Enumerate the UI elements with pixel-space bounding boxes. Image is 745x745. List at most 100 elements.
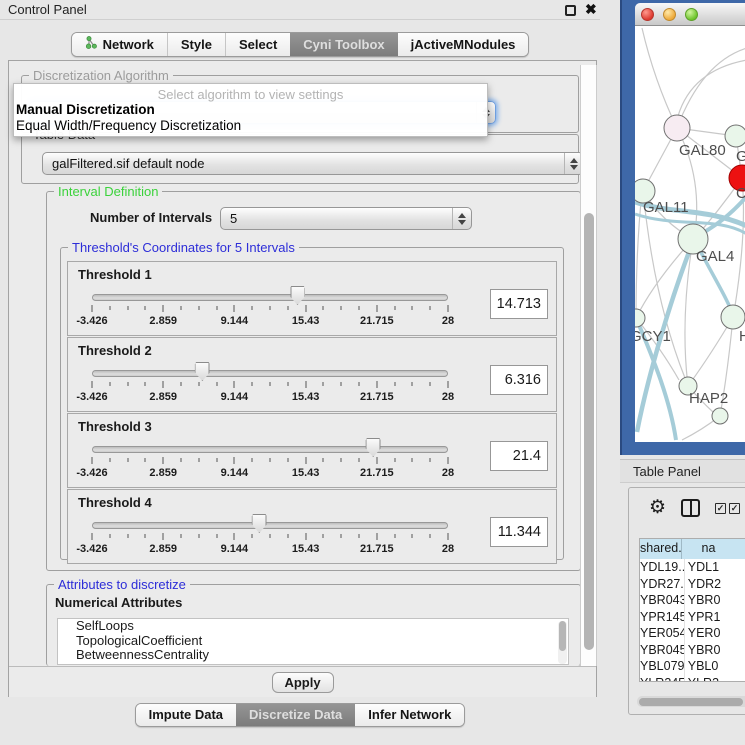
- threshold-label: Threshold 1: [78, 267, 152, 282]
- table-row[interactable]: YPR145WYPR1: [640, 609, 745, 626]
- network-edge[interactable]: [678, 60, 745, 116]
- network-node-top-right[interactable]: [725, 125, 745, 147]
- gear-icon[interactable]: ⚙: [649, 496, 666, 519]
- algorithm-option-equal-width[interactable]: Equal Width/Frequency Discretization: [14, 118, 487, 134]
- table-row[interactable]: YDL19...YDL1: [640, 559, 745, 576]
- table-cell[interactable]: YDR2: [685, 576, 745, 593]
- table-cell[interactable]: YDL19...: [640, 559, 685, 576]
- column-header[interactable]: shared...: [640, 539, 682, 559]
- table-cell[interactable]: YBL0: [685, 658, 745, 675]
- table-cell[interactable]: YLR3: [685, 675, 745, 683]
- apply-button[interactable]: Apply: [272, 672, 334, 693]
- table-cell[interactable]: YBL079W: [640, 658, 685, 675]
- close-traffic-light-icon[interactable]: [641, 8, 654, 21]
- tab-select[interactable]: Select: [225, 33, 290, 56]
- table-row[interactable]: YBR043CYBR0: [640, 592, 745, 609]
- tab-label: Infer Network: [368, 707, 451, 722]
- table-cell[interactable]: YBR043C: [640, 592, 685, 609]
- table-row[interactable]: YDR27...YDR2: [640, 576, 745, 593]
- tab-label: Select: [239, 37, 277, 52]
- thresholds-group: Threshold's Coordinates for 5 Intervals …: [60, 247, 564, 560]
- network-edge[interactable]: [636, 191, 642, 318]
- table-cell[interactable]: YER0: [685, 625, 745, 642]
- network-node-gal80[interactable]: [664, 115, 690, 141]
- tab-label: Impute Data: [149, 707, 223, 722]
- panel-footer: Apply: [9, 666, 596, 697]
- network-node-right-mid[interactable]: [721, 305, 745, 329]
- threshold-slider-thumb[interactable]: [366, 438, 381, 457]
- axis-tick-label: 21.715: [360, 391, 394, 403]
- tab-jactivemnodules[interactable]: jActiveMNodules: [398, 33, 529, 56]
- table-cell[interactable]: YER054C: [640, 625, 685, 642]
- network-node-gcy1[interactable]: [635, 309, 645, 327]
- tab-infer-network[interactable]: Infer Network: [355, 704, 464, 726]
- axis-tick-label: 2.859: [149, 467, 177, 479]
- threshold-slider-thumb[interactable]: [195, 362, 210, 381]
- network-edge[interactable]: [677, 48, 745, 128]
- table-cell[interactable]: YBR045C: [640, 642, 685, 659]
- column-layout-icon[interactable]: [681, 499, 700, 517]
- network-canvas[interactable]: GAL80GACGAL11GAL4GCY1HHAP2: [635, 26, 745, 442]
- table-row[interactable]: YLR345WYLR3: [640, 675, 745, 683]
- table-cell[interactable]: YBR0: [685, 592, 745, 609]
- table-panel-title: Table Panel: [633, 464, 701, 479]
- scrollbar-thumb[interactable]: [639, 698, 743, 706]
- table-data-value: galFiltered.sif default node: [52, 156, 204, 171]
- table-cell[interactable]: YPR145W: [640, 609, 685, 626]
- table-row[interactable]: YBL079WYBL0: [640, 658, 745, 675]
- attribute-item[interactable]: SelfLoops: [58, 619, 568, 634]
- table-horizontal-scrollbar[interactable]: [637, 696, 745, 707]
- threshold-value-field[interactable]: 21.4: [490, 441, 548, 471]
- table-data-combobox[interactable]: galFiltered.sif default node: [42, 152, 584, 175]
- column-header[interactable]: na: [682, 539, 745, 559]
- attribute-item[interactable]: TopologicalCoefficient: [58, 634, 568, 649]
- table-panel-toolbar: ⚙ ✓ ✓: [629, 488, 745, 532]
- threshold-value-field[interactable]: 6.316: [490, 365, 548, 395]
- panel-vertical-scrollbar[interactable]: [580, 65, 597, 666]
- threshold-value-field[interactable]: 14.713: [490, 289, 548, 319]
- float-window-icon[interactable]: [565, 5, 576, 16]
- threshold-slider-track[interactable]: [92, 370, 448, 377]
- numerical-attributes-list[interactable]: SelfLoopsTopologicalCoefficientBetweenne…: [57, 618, 569, 665]
- threshold-slider-track[interactable]: [92, 522, 448, 529]
- network-node-bottom-node[interactable]: [712, 408, 728, 424]
- algorithm-option-manual[interactable]: Manual Discretization: [14, 102, 487, 118]
- tab-cyni-toolbox[interactable]: Cyni Toolbox: [290, 33, 397, 56]
- table-cell[interactable]: YLR345W: [640, 675, 685, 683]
- network-icon: [85, 36, 98, 52]
- table-row[interactable]: YBR045CYBR0: [640, 642, 745, 659]
- tab-network[interactable]: Network: [72, 33, 167, 56]
- network-window-titlebar[interactable]: [635, 3, 745, 26]
- table-row[interactable]: YER054CYER0: [640, 625, 745, 642]
- attribute-item[interactable]: BetweennessCentrality: [58, 648, 568, 663]
- threshold-slider-thumb[interactable]: [252, 514, 267, 533]
- attribute-list-scrollbar[interactable]: [558, 621, 567, 664]
- threshold-slider-track[interactable]: [92, 294, 448, 301]
- slider-tick-labels: -3.4262.8599.14415.4321.71528: [92, 391, 448, 404]
- tab-style[interactable]: Style: [167, 33, 225, 56]
- threshold-slider-track[interactable]: [92, 446, 448, 453]
- number-of-intervals-combobox[interactable]: 5: [220, 207, 472, 230]
- checkbox-checked-icon[interactable]: ✓: [729, 503, 740, 514]
- table-cell[interactable]: YPR1: [685, 609, 745, 626]
- table-panel: ⚙ ✓ ✓ shared...naYDL19...YDL1YDR27...YDR…: [628, 487, 745, 715]
- scrollbar-thumb[interactable]: [584, 213, 594, 650]
- combo-stepper-icon[interactable]: [452, 208, 471, 229]
- close-icon[interactable]: ✖: [585, 1, 597, 18]
- table-cell[interactable]: YDL1: [685, 559, 745, 576]
- table-cell[interactable]: YDR27...: [640, 576, 685, 593]
- zoom-traffic-light-icon[interactable]: [685, 8, 698, 21]
- threshold-slider-thumb[interactable]: [290, 286, 305, 305]
- tab-impute-data[interactable]: Impute Data: [136, 704, 236, 726]
- minimize-traffic-light-icon[interactable]: [663, 8, 676, 21]
- network-edge[interactable]: [642, 28, 677, 128]
- table-header-row[interactable]: shared...na: [640, 539, 745, 559]
- tab-discretize-data[interactable]: Discretize Data: [236, 704, 355, 726]
- checkbox-checked-icon[interactable]: ✓: [715, 503, 726, 514]
- network-window[interactable]: GAL80GACGAL11GAL4GCY1HHAP2: [620, 0, 745, 455]
- tab-label: Discretize Data: [249, 707, 342, 722]
- top-tab-group: NetworkStyle Select Cyni ToolboxjActiveMNo…: [71, 32, 530, 57]
- table-cell[interactable]: YBR0: [685, 642, 745, 659]
- threshold-value-field[interactable]: 11.344: [490, 517, 548, 547]
- node-attribute-table[interactable]: shared...naYDL19...YDL1YDR27...YDR2YBR04…: [639, 538, 745, 682]
